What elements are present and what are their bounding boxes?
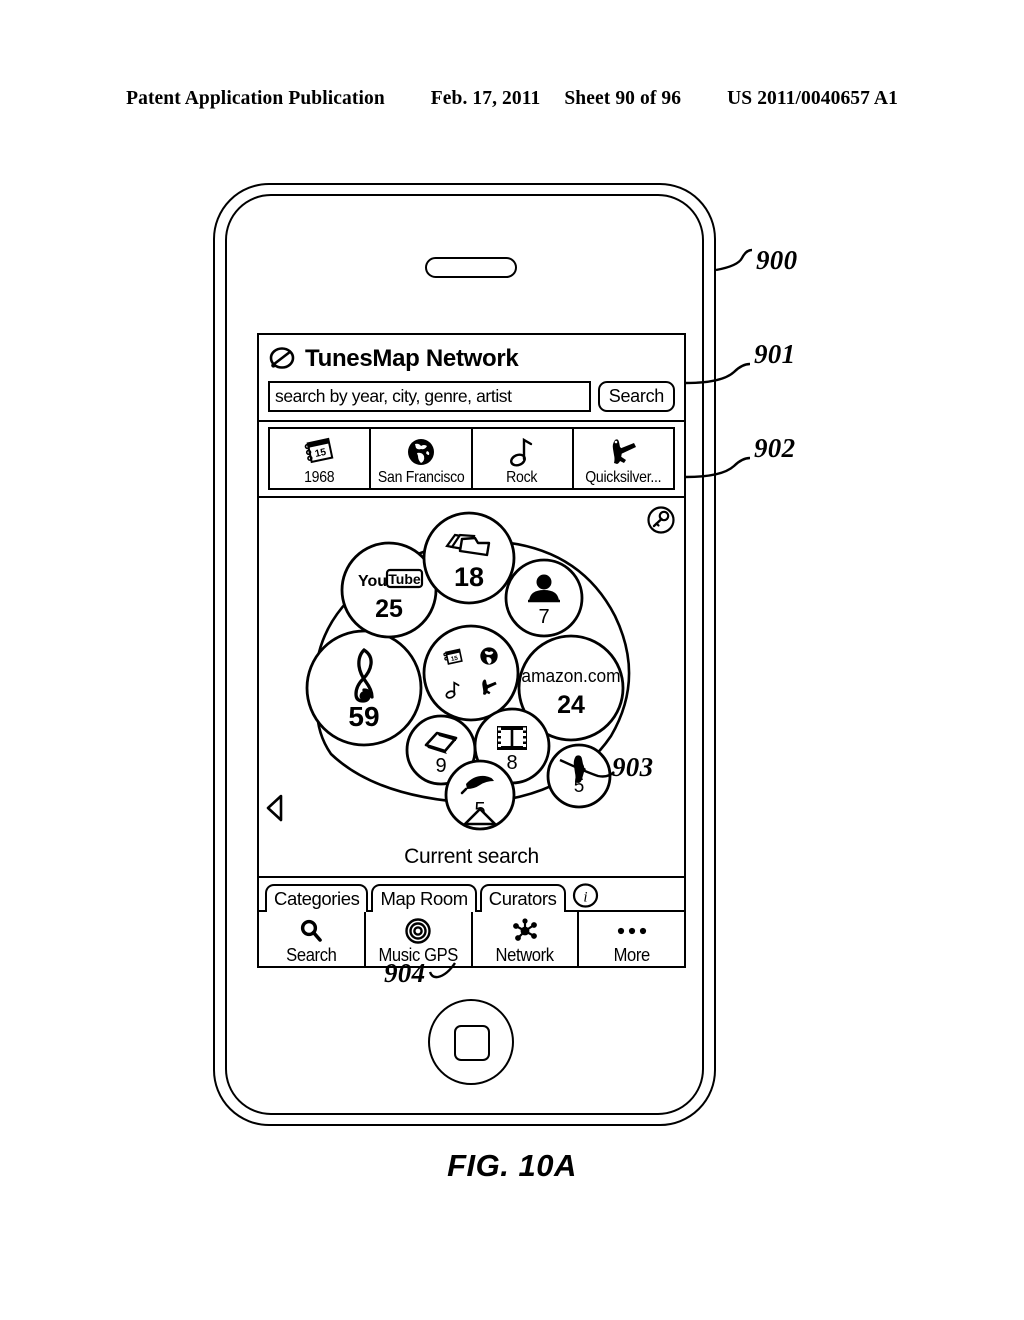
tunesmap-logo-icon (268, 345, 296, 373)
music-note-icon (508, 434, 536, 470)
reference-number-903: 903 (612, 752, 654, 782)
publication-header: Patent Application Publication Feb. 17, … (0, 88, 1024, 110)
svg-text:You: You (358, 573, 387, 590)
reference-number-900: 900 (756, 245, 798, 275)
publication-sheet: Sheet 90 of 96 (564, 88, 682, 109)
svg-text:Tube: Tube (388, 571, 421, 587)
reference-number-901: 901 (754, 339, 796, 369)
svg-text:8: 8 (506, 752, 517, 774)
concentric-circles-icon (404, 916, 432, 946)
home-button[interactable] (428, 999, 514, 1085)
bottom-nav: Search Music GPS Network More (259, 910, 684, 966)
tab-categories[interactable]: Categories (265, 883, 369, 912)
filter-chip-genre-label: Rock (506, 469, 538, 487)
calendar-icon: 15 (303, 434, 337, 470)
filter-chips-wrap: 15 1968 San Francisco Rock Quicksilver..… (259, 422, 684, 498)
patent-figure-page: Patent Application Publication Feb. 17, … (0, 0, 1024, 1320)
filter-chip-artist[interactable]: Quicksilver... (574, 429, 673, 488)
bubble-cluster: 59 You Tube 25 18 7 amazon.com 24 15 9 8… (259, 498, 684, 876)
publication-left-title: Patent Application Publication (126, 88, 385, 109)
info-icon[interactable]: i (572, 882, 599, 909)
publication-number: US 2011/0040657 A1 (727, 88, 898, 109)
tab-bar: Categories Map Room Curators i (259, 876, 684, 912)
bubble-canvas: 59 You Tube 25 18 7 amazon.com 24 15 9 8… (259, 498, 684, 876)
nav-item-network-label: Network (495, 945, 555, 966)
svg-text:25: 25 (375, 595, 403, 623)
nav-item-network[interactable]: Network (473, 912, 580, 966)
device-screen: TunesMap Network search by year, city, g… (257, 333, 686, 968)
reference-number-902: 902 (754, 433, 796, 463)
earpiece-speaker (425, 257, 517, 278)
filter-chip-year-label: 1968 (304, 469, 335, 487)
magnifier-icon (298, 916, 324, 946)
figure-caption: FIG. 10A (447, 1148, 577, 1183)
filter-chip-artist-label: Quicksilver... (585, 469, 662, 487)
app-header: TunesMap Network search by year, city, g… (259, 335, 684, 422)
svg-text:24: 24 (557, 691, 585, 719)
filter-chip-city[interactable]: San Francisco (371, 429, 473, 488)
filter-chip-genre[interactable]: Rock (473, 429, 574, 488)
brand-row: TunesMap Network (268, 340, 675, 378)
svg-text:18: 18 (454, 562, 484, 592)
filter-chips: 15 1968 San Francisco Rock Quicksilver..… (268, 427, 675, 490)
svg-text:i: i (583, 890, 587, 906)
svg-text:5: 5 (574, 776, 585, 797)
nav-item-more[interactable]: More (579, 912, 684, 966)
search-input[interactable]: search by year, city, genre, artist (268, 381, 591, 412)
svg-text:7: 7 (538, 606, 549, 628)
home-button-square-icon (454, 1025, 490, 1061)
tab-map-room[interactable]: Map Room (371, 883, 477, 912)
svg-text:9: 9 (435, 755, 446, 777)
svg-text:59: 59 (348, 701, 379, 732)
search-button[interactable]: Search (597, 381, 675, 412)
guitarist-icon (606, 434, 640, 470)
globe-icon (405, 434, 437, 470)
current-search-label: Current search (404, 845, 539, 868)
nav-item-more-label: More (613, 945, 650, 966)
svg-text:amazon.com: amazon.com (521, 665, 620, 686)
nav-item-search-label: Search (286, 945, 337, 966)
nav-item-search[interactable]: Search (259, 912, 366, 966)
ellipsis-icon (615, 916, 649, 946)
filter-chip-year[interactable]: 15 1968 (270, 429, 372, 488)
network-nodes-icon (509, 916, 541, 946)
reference-number-904: 904 (384, 958, 426, 988)
filter-chip-city-label: San Francisco (377, 469, 465, 487)
search-row: search by year, city, genre, artist Sear… (268, 381, 675, 412)
app-title: TunesMap Network (305, 345, 519, 372)
tab-curators[interactable]: Curators (479, 883, 566, 912)
publication-date: Feb. 17, 2011 (430, 88, 541, 109)
